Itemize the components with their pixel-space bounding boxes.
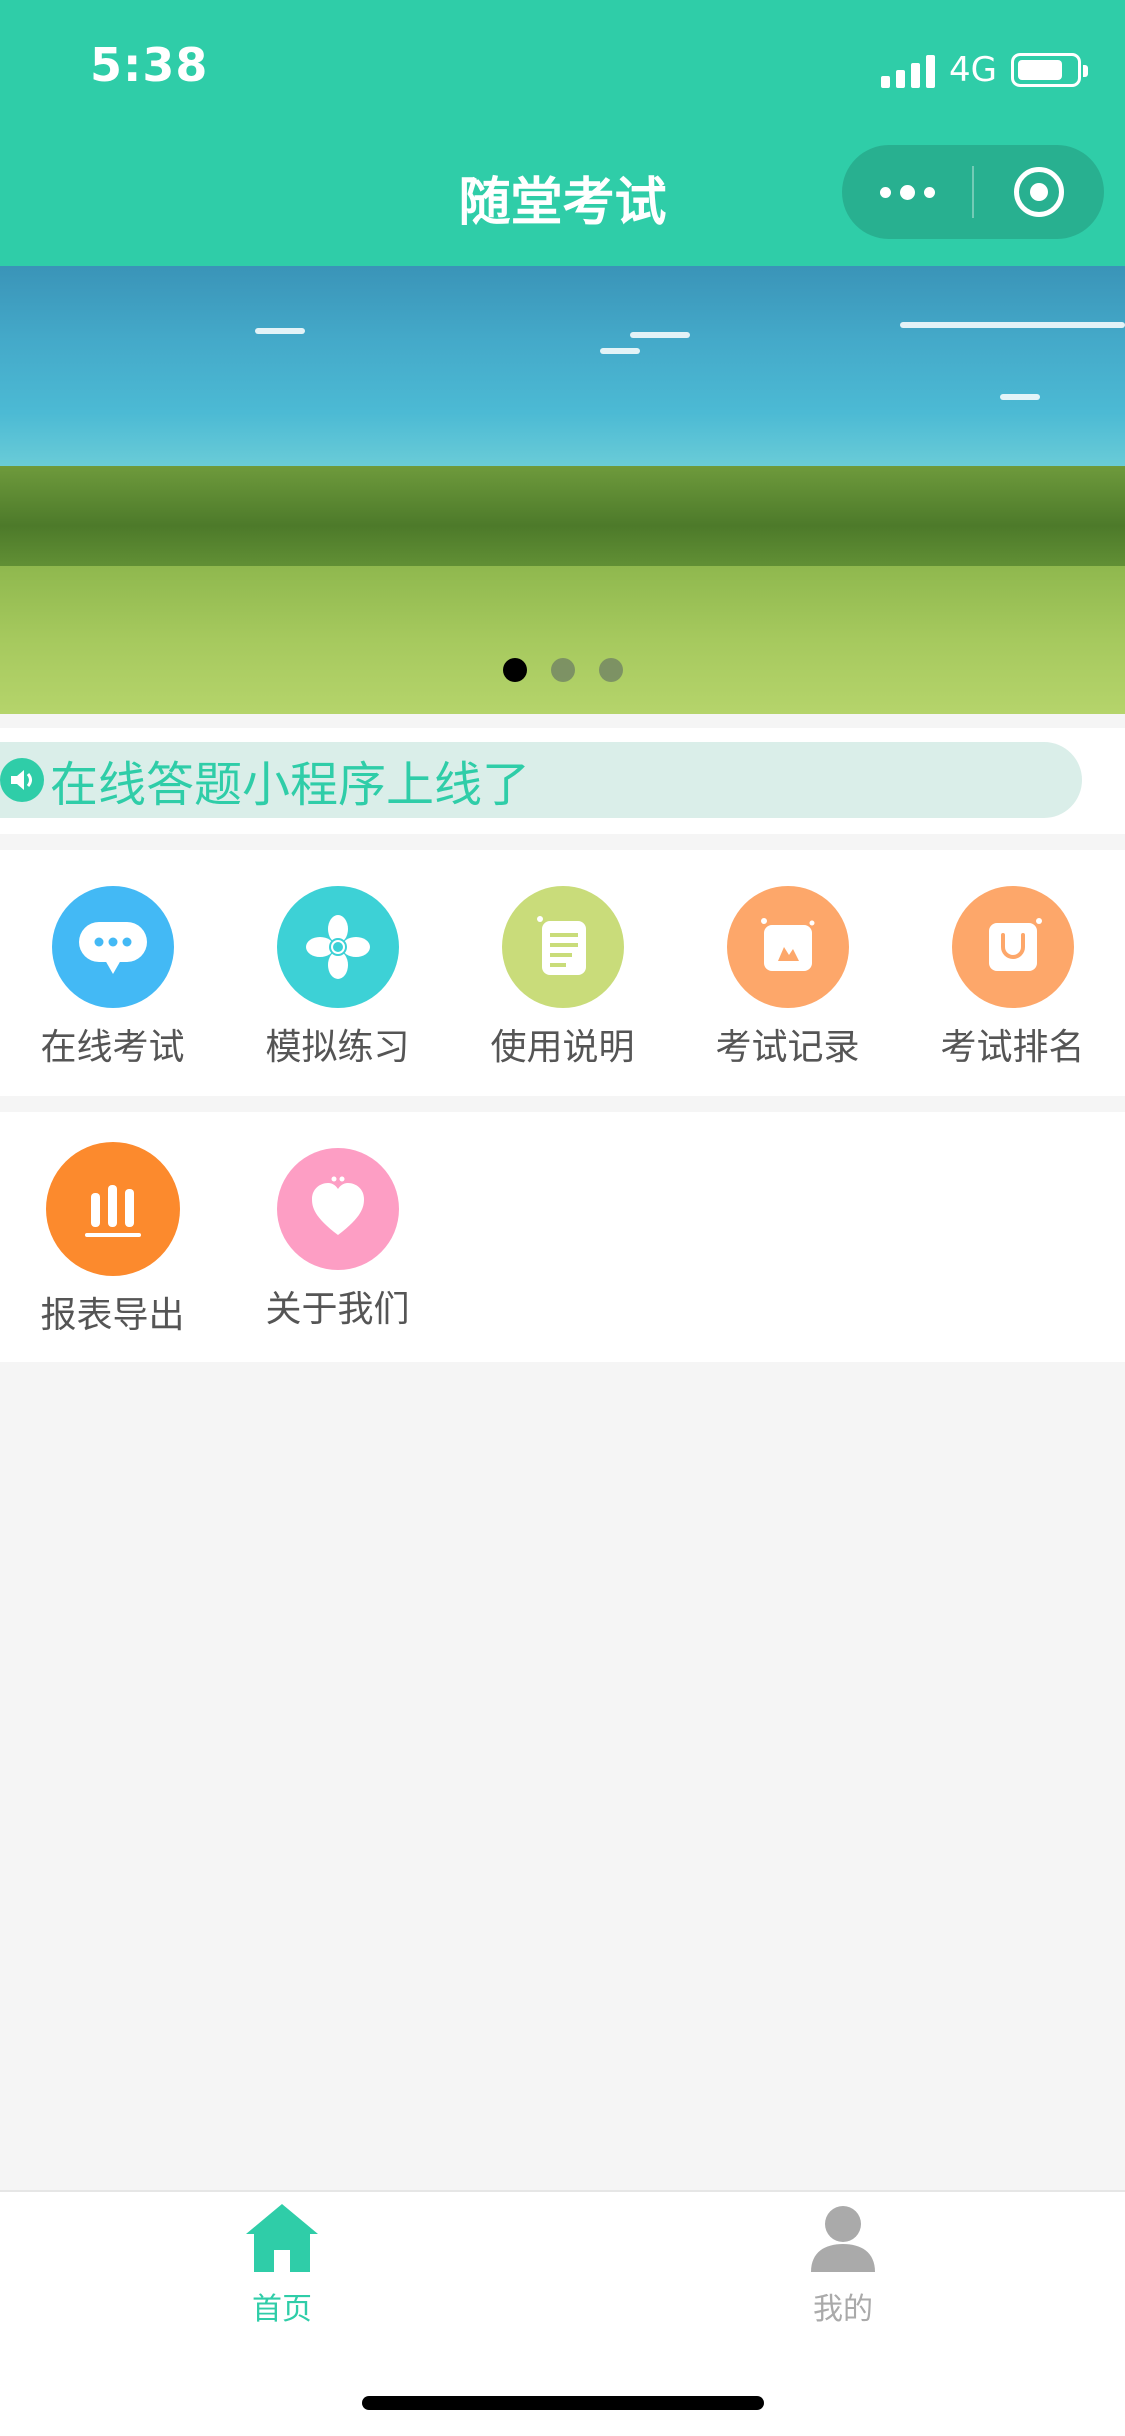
bar-chart-icon <box>45 1142 180 1276</box>
grid-item-about-us[interactable]: 关于我们 <box>225 1148 450 1332</box>
banner-image <box>0 266 1125 476</box>
grid-item-online-exam[interactable]: 在线考试 <box>0 886 225 1070</box>
chat-bubble-icon <box>51 886 174 1008</box>
mini-program-capsule <box>842 145 1104 239</box>
grid-item-label: 报表导出 <box>40 1295 185 1336</box>
grid-item-exam-ranking[interactable]: 考试排名 <box>900 886 1125 1070</box>
grid-item-instructions[interactable]: 使用说明 <box>450 886 675 1070</box>
status-indicators: 4G <box>881 46 1088 94</box>
feature-grid-row-1: 在线考试 模拟练习 使用说明 考试记录 考试排名 <box>0 850 1125 1096</box>
more-button[interactable] <box>842 145 972 239</box>
grid-item-label: 使用说明 <box>490 1027 635 1068</box>
battery-icon <box>1011 53 1088 87</box>
carousel-dot[interactable] <box>598 658 623 682</box>
flower-icon <box>276 886 399 1008</box>
home-icon <box>246 2204 318 2272</box>
carousel-indicators <box>0 658 1125 682</box>
tab-home[interactable]: 首页 <box>182 2200 382 2328</box>
grid-item-exam-records[interactable]: 考试记录 <box>675 886 900 1070</box>
grid-item-label: 考试排名 <box>940 1027 1085 1068</box>
notice-bar[interactable]: 在线答题小程序上线了 <box>0 742 1082 818</box>
notice-section: 在线答题小程序上线了 <box>0 728 1125 834</box>
status-time: 5:38 <box>90 38 209 92</box>
feature-grid-row-2: 报表导出 关于我们 <box>0 1112 1125 1362</box>
grid-item-label: 在线考试 <box>40 1027 185 1068</box>
grid-item-label: 模拟练习 <box>265 1027 410 1068</box>
tab-label: 我的 <box>813 2292 873 2327</box>
grid-item-label: 考试记录 <box>715 1027 860 1068</box>
bag-icon <box>951 886 1074 1008</box>
close-mini-program-button[interactable] <box>974 145 1104 239</box>
network-type: 4G <box>949 50 997 90</box>
signal-icon <box>881 52 936 88</box>
tab-mine[interactable]: 我的 <box>743 2200 943 2328</box>
header: 5:38 4G 随堂考试 <box>0 0 1125 266</box>
speaker-icon <box>0 758 44 802</box>
tab-label: 首页 <box>252 2292 312 2327</box>
grid-item-practice[interactable]: 模拟练习 <box>225 886 450 1070</box>
grid-item-label: 关于我们 <box>265 1289 410 1330</box>
target-circle-icon <box>1014 167 1064 217</box>
app-screen: 5:38 4G 随堂考试 在线答题小程序上线了 在线考试 模拟练习 使用说明 考… <box>0 0 1125 2436</box>
more-dots-icon <box>879 184 935 200</box>
notice-text: 在线答题小程序上线了 <box>50 757 531 813</box>
heart-icon <box>276 1148 399 1270</box>
document-icon <box>501 886 624 1008</box>
carousel-dot[interactable] <box>502 658 527 682</box>
grid-item-report-export[interactable]: 报表导出 <box>0 1142 225 1338</box>
carousel-dot[interactable] <box>550 658 575 682</box>
user-icon <box>811 2206 875 2272</box>
home-indicator <box>362 2396 764 2410</box>
photo-icon <box>726 886 849 1008</box>
banner-carousel[interactable] <box>0 266 1125 714</box>
